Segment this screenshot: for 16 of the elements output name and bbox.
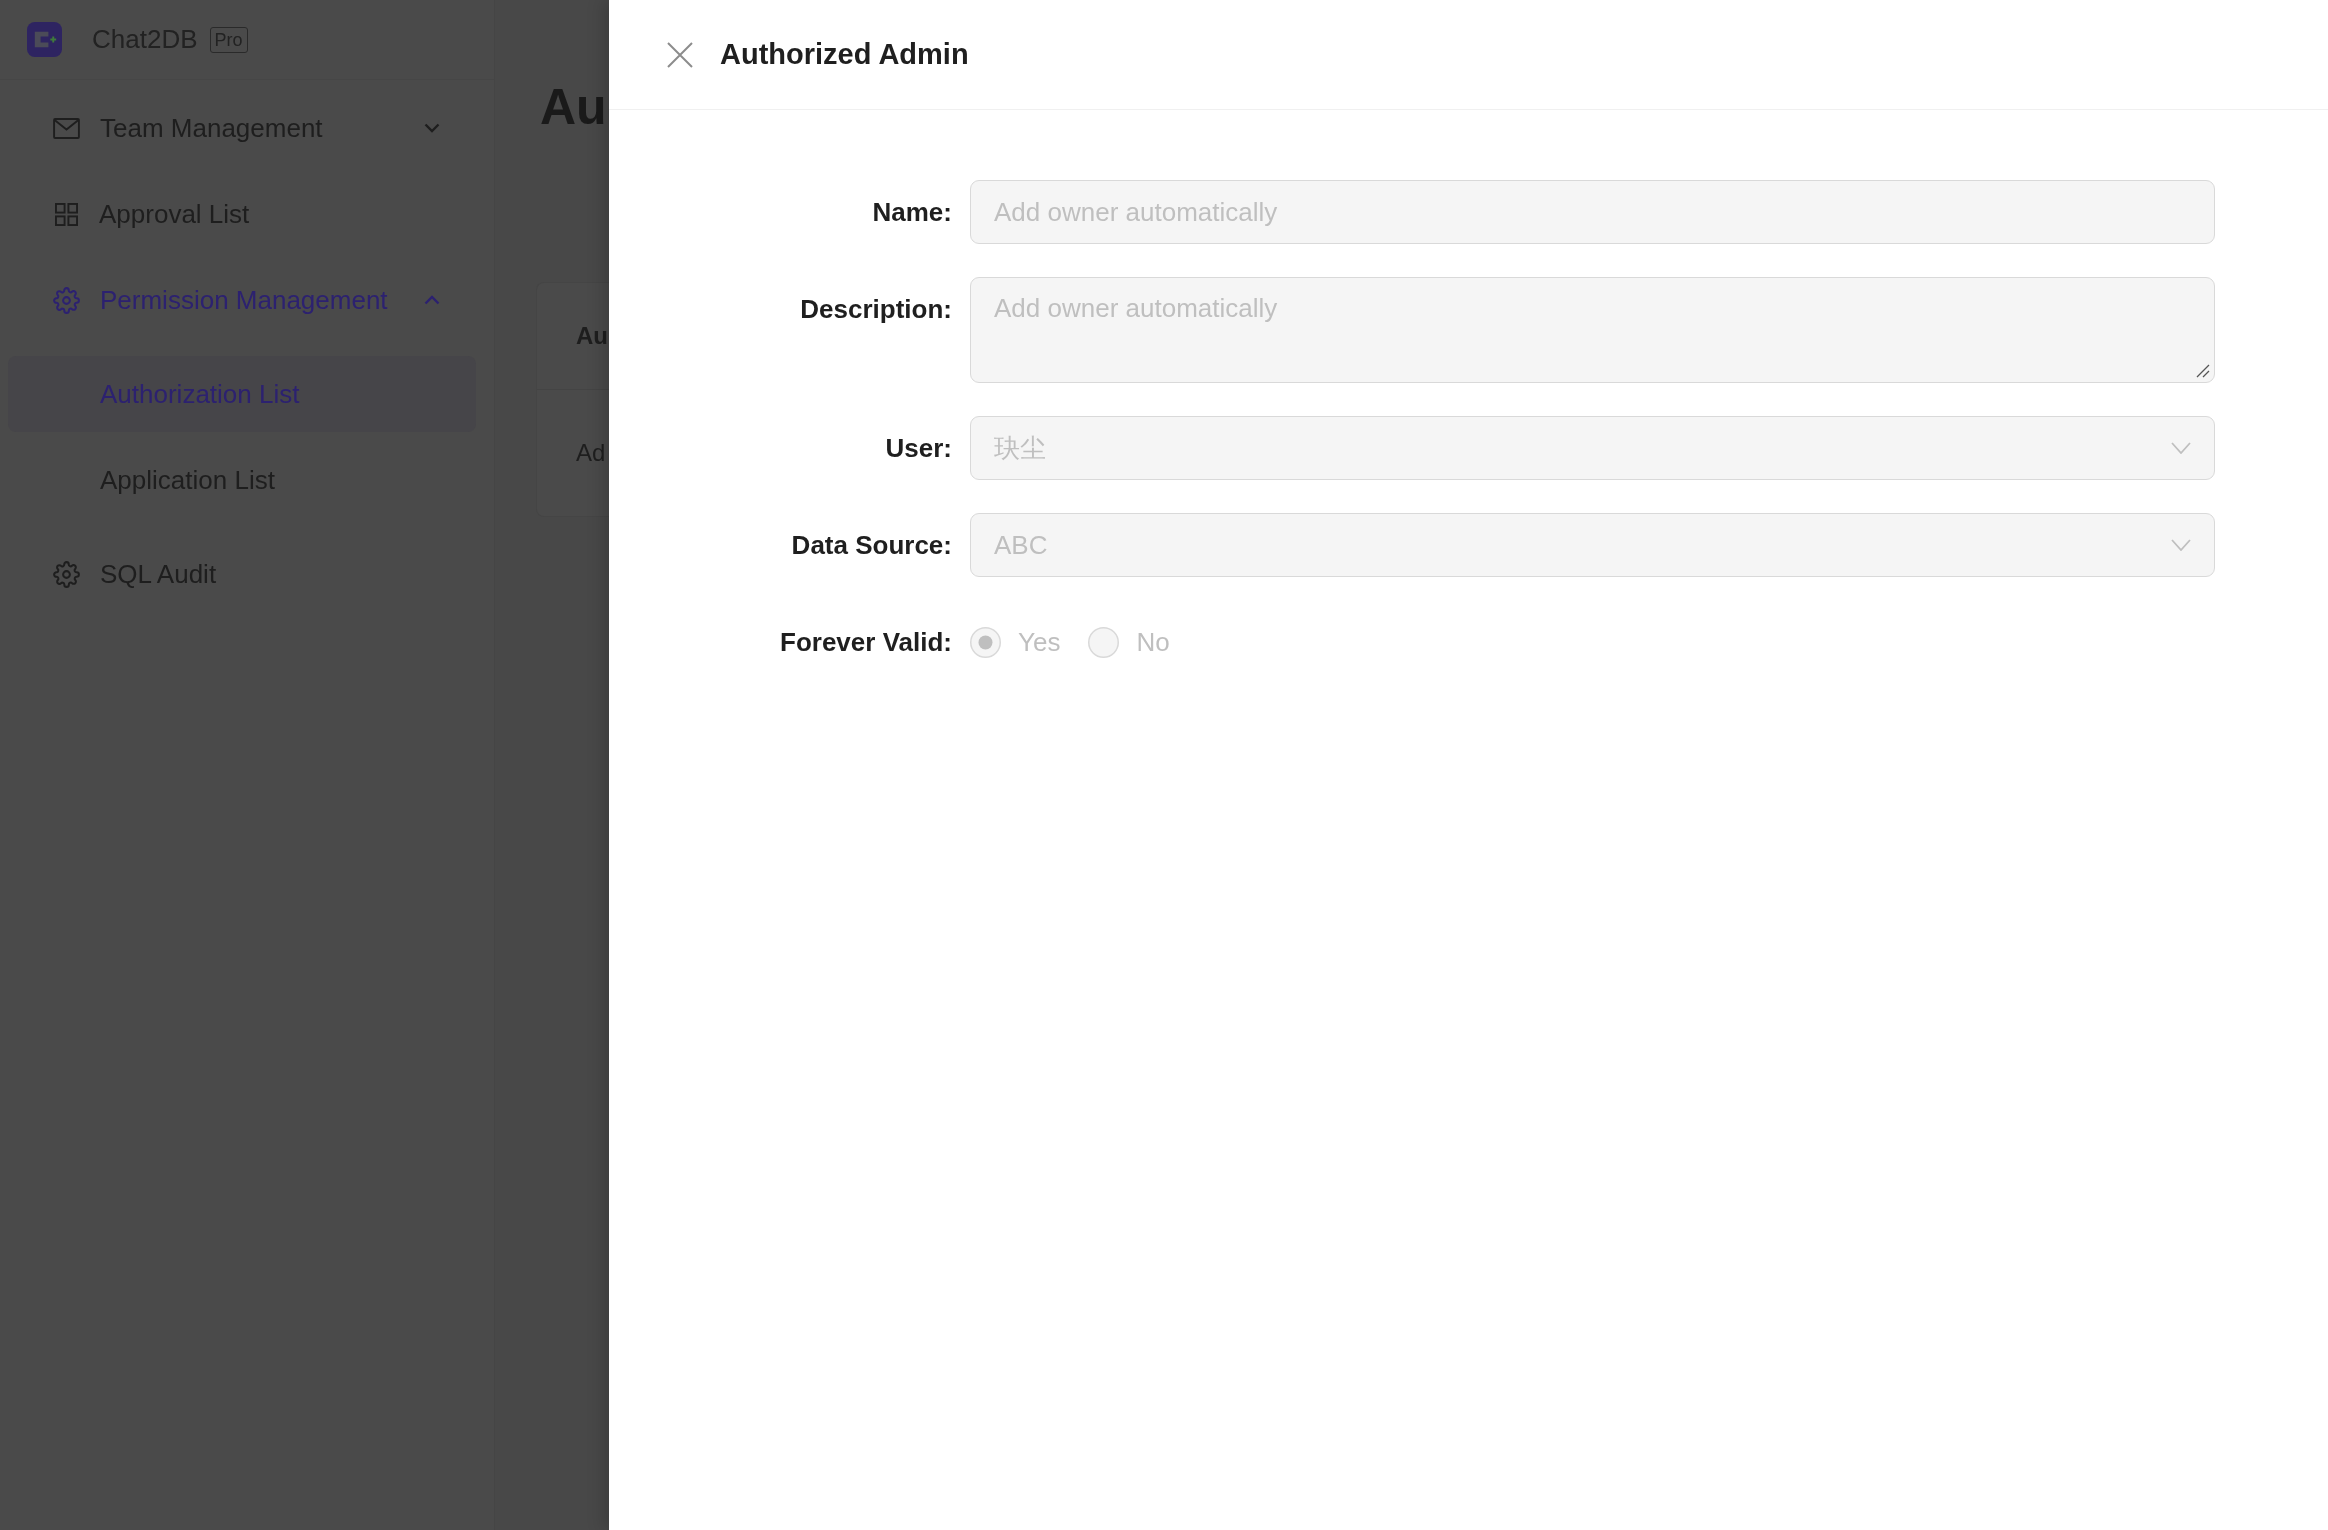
chevron-down-icon <box>2171 539 2191 551</box>
resize-grip-icon[interactable] <box>2196 364 2210 378</box>
drawer-title: Authorized Admin <box>720 38 969 71</box>
close-icon <box>667 41 693 68</box>
gear-icon <box>53 560 80 588</box>
form-label: Name: <box>871 195 952 229</box>
form-label: Description: <box>799 292 952 326</box>
chevron-down-icon <box>2171 442 2191 454</box>
logo-icon <box>27 22 62 57</box>
close-button[interactable] <box>667 41 693 68</box>
envelope-icon <box>53 117 80 139</box>
form-label: Forever Valid: <box>779 625 952 659</box>
grid-icon <box>55 202 78 226</box>
gear-icon <box>53 286 80 314</box>
form-label: User: <box>884 431 952 465</box>
form-label: Data Source: <box>790 528 952 562</box>
